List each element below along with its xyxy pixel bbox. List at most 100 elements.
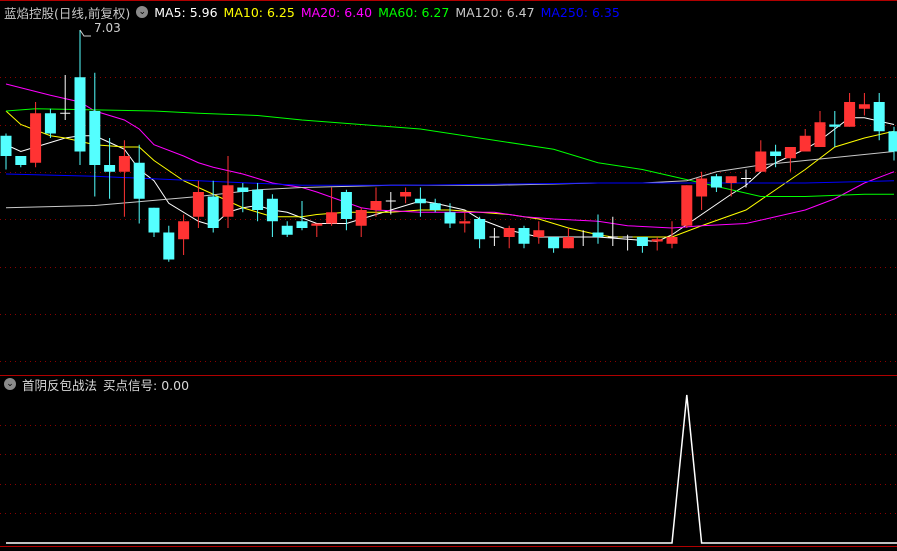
candle-body <box>89 111 101 165</box>
candle[interactable] <box>562 228 574 249</box>
candle-body <box>281 225 293 235</box>
candle-body <box>400 192 412 197</box>
candle[interactable] <box>888 126 897 161</box>
candle-body <box>770 151 782 156</box>
candle-body <box>311 223 323 226</box>
candle[interactable] <box>30 102 42 168</box>
candle[interactable] <box>459 212 471 233</box>
candle[interactable] <box>533 221 545 244</box>
candle[interactable] <box>829 111 841 147</box>
candle[interactable] <box>592 214 604 244</box>
candle[interactable] <box>548 237 560 253</box>
candle[interactable] <box>710 174 722 192</box>
candle[interactable] <box>622 234 633 251</box>
candle[interactable] <box>311 223 323 238</box>
candle-body <box>15 156 27 165</box>
candle-body <box>844 102 856 127</box>
candle[interactable] <box>148 207 160 237</box>
signal-value: 买点信号: 0.00 <box>103 377 190 393</box>
candle-body <box>148 207 160 233</box>
candle-body <box>296 221 308 228</box>
candle-body <box>562 237 574 249</box>
candle[interactable] <box>340 189 352 231</box>
candle-body <box>44 113 56 134</box>
candle-body <box>696 178 708 197</box>
candle-body <box>192 192 204 217</box>
candle[interactable] <box>681 185 693 228</box>
grid <box>0 77 897 514</box>
candle[interactable] <box>503 225 515 249</box>
candle-body <box>444 212 456 224</box>
candle[interactable] <box>518 225 530 249</box>
candle-body <box>429 203 441 210</box>
candle-body <box>118 156 130 172</box>
candle-body <box>30 113 42 163</box>
candle[interactable] <box>400 187 412 204</box>
candle[interactable] <box>163 225 175 262</box>
high-price-label: 7.03 <box>94 21 121 35</box>
candle[interactable] <box>741 169 751 188</box>
candle[interactable] <box>281 221 293 237</box>
candle[interactable] <box>844 93 856 127</box>
candle[interactable] <box>355 207 367 237</box>
candle-body <box>592 232 604 237</box>
candle-body <box>163 232 175 260</box>
high-marker-arrow <box>79 29 91 37</box>
signal-line <box>6 394 897 544</box>
candle[interactable] <box>192 180 204 228</box>
candle[interactable] <box>252 183 264 222</box>
candle-body <box>474 219 486 240</box>
candle[interactable] <box>873 93 885 141</box>
candle[interactable] <box>296 201 308 231</box>
candle-body <box>666 237 678 244</box>
indicator-header: ⌄ 首阴反包战法 买点信号: 0.00 <box>4 376 195 393</box>
chevron-down-icon[interactable]: ⌄ <box>136 6 149 18</box>
candle-body <box>370 201 382 210</box>
candle[interactable] <box>666 221 678 249</box>
candle[interactable] <box>44 108 56 138</box>
candle[interactable] <box>0 133 12 170</box>
candle-body <box>326 212 338 224</box>
candle-body <box>829 124 841 127</box>
candle[interactable] <box>207 180 219 233</box>
chart-header: 蓝焰控股(日线,前复权) ⌄ MA5: 5.96 MA10: 6.25 MA20… <box>4 4 626 21</box>
candle-body <box>888 131 897 152</box>
candle[interactable] <box>607 216 618 246</box>
ma10-label: MA10: 6.25 <box>223 4 295 20</box>
candle[interactable] <box>74 30 86 165</box>
candle[interactable] <box>444 203 456 228</box>
candle[interactable] <box>326 187 338 226</box>
candle[interactable] <box>755 140 767 172</box>
candle[interactable] <box>651 237 663 251</box>
candle[interactable] <box>178 214 190 256</box>
candle[interactable] <box>222 156 234 228</box>
candle[interactable] <box>89 72 101 197</box>
candle[interactable] <box>118 140 130 217</box>
candle[interactable] <box>237 183 249 213</box>
kline-chart[interactable] <box>0 0 897 551</box>
candle[interactable] <box>799 129 811 152</box>
candle[interactable] <box>133 144 145 224</box>
candle-body <box>266 198 278 222</box>
chevron-down-icon[interactable]: ⌄ <box>4 378 16 390</box>
candle-body <box>237 187 249 192</box>
candle[interactable] <box>104 138 116 199</box>
candle[interactable] <box>636 237 648 253</box>
candle[interactable] <box>858 93 870 116</box>
candle[interactable] <box>725 176 737 197</box>
candle-body <box>74 77 86 152</box>
ma250-label: MA250: 6.35 <box>540 4 620 20</box>
candle-body <box>651 239 663 242</box>
ma20-label: MA20: 6.40 <box>300 4 373 20</box>
candle[interactable] <box>784 147 796 172</box>
candle-body <box>355 210 367 226</box>
candle-body <box>681 185 693 226</box>
candle[interactable] <box>15 156 27 168</box>
indicator-name: 首阴反包战法 <box>22 377 98 393</box>
candle-body <box>873 102 885 132</box>
candle[interactable] <box>266 194 278 237</box>
candle-body <box>340 192 352 219</box>
candle[interactable] <box>489 228 500 246</box>
candle[interactable] <box>814 111 826 147</box>
candle[interactable] <box>474 216 486 249</box>
